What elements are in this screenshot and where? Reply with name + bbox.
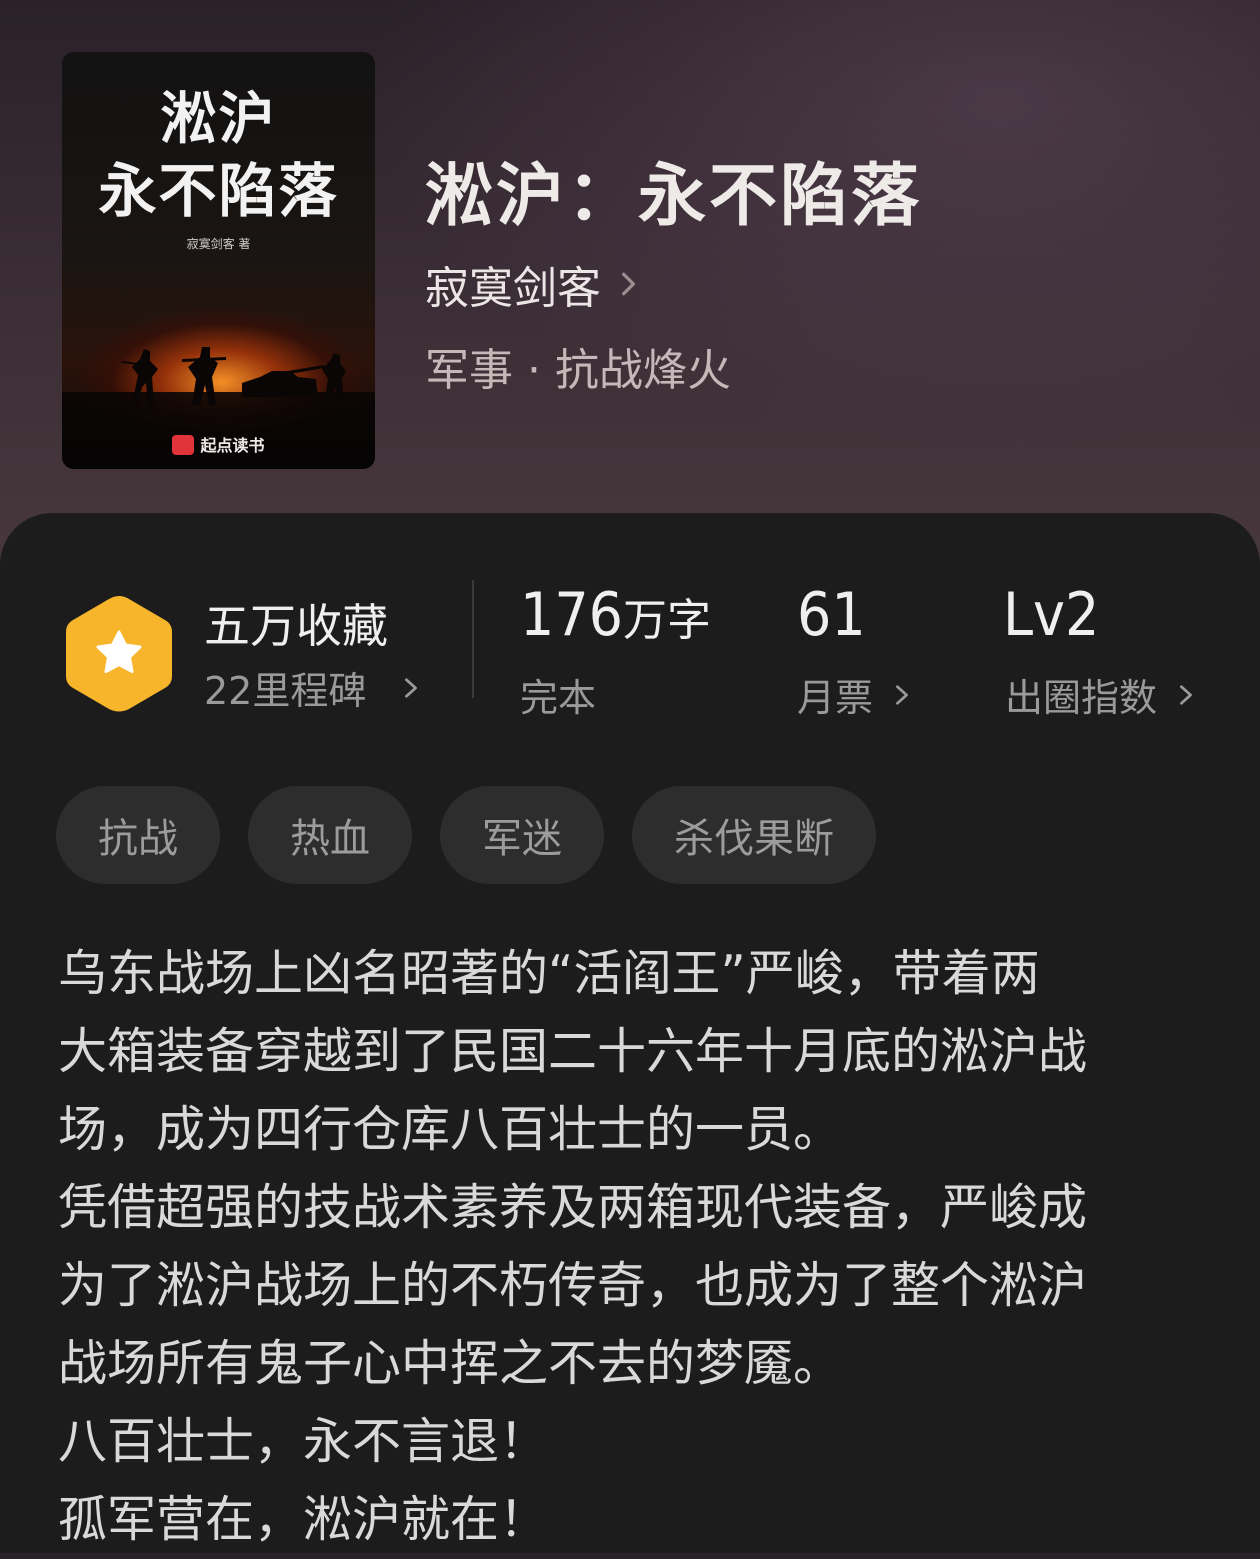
- soldier-silhouettes-icon: [122, 347, 346, 405]
- milestones-label: 22里程碑: [204, 669, 367, 713]
- monthly-votes-link[interactable]: 月票: [797, 667, 913, 722]
- monthly-votes-number: 61: [797, 580, 866, 650]
- author-link[interactable]: 寂寞剑客: [425, 252, 641, 316]
- synopsis-line: 战场所有鬼子心中挥之不去的梦魇。: [58, 1335, 843, 1392]
- tag-chip[interactable]: 抗战: [56, 786, 220, 884]
- popularity-index-link[interactable]: 出圈指数: [1005, 667, 1197, 722]
- cover-publisher: 起点读书: [62, 432, 375, 457]
- cover-author: 寂寞剑客 著: [186, 237, 251, 251]
- chevron-right-icon: [405, 677, 418, 698]
- stats-divider: [472, 580, 474, 698]
- tag-chip[interactable]: 热血: [248, 786, 412, 884]
- chevron-right-icon: [1180, 684, 1192, 705]
- book-cover[interactable]: 淞沪 永不陷落 寂寞剑客 著 起点读书: [62, 52, 375, 469]
- chevron-right-icon: [896, 684, 908, 705]
- book-title: 淞沪：永不陷落: [425, 156, 923, 236]
- favorites-value: 五万收藏: [204, 599, 388, 653]
- synopsis-line: 为了淞沪战场上的不朽传奇，也成为了整个淞沪: [58, 1257, 1088, 1314]
- genre-label[interactable]: 军事 · 抗战烽火: [425, 334, 731, 398]
- star-hexagon-icon: [66, 596, 172, 712]
- popularity-index-label: 出圈指数: [1005, 676, 1158, 720]
- synopsis-line: 八百壮士，永不言退！: [58, 1413, 549, 1470]
- tag-chip[interactable]: 杀伐果断: [632, 786, 876, 884]
- word-count: 176万字: [520, 580, 711, 650]
- synopsis[interactable]: 乌东战场上凶名昭著的“活阎王”严峻，带着两 大箱装备穿越到了民国二十六年十月底的…: [58, 935, 1208, 1559]
- synopsis-line: 乌东战场上凶名昭著的“活阎王”严峻，带着两: [58, 945, 1040, 1002]
- monthly-votes-label: 月票: [797, 676, 874, 720]
- author-name: 寂寞剑客: [425, 263, 601, 314]
- word-count-unit: 万字: [623, 595, 712, 646]
- completion-status: 完本: [520, 676, 597, 720]
- popularity-level: Lv2: [1003, 580, 1100, 650]
- publisher-logo-icon: [172, 434, 195, 455]
- chevron-right-icon: [622, 272, 636, 296]
- synopsis-line: 孤军营在，淞沪就在！: [58, 1491, 549, 1548]
- tag-chip[interactable]: 军迷: [440, 786, 604, 884]
- synopsis-line: 大箱装备穿越到了民国二十六年十月底的淞沪战: [58, 1023, 1088, 1080]
- cover-title-line1: 淞沪: [160, 86, 277, 152]
- synopsis-line: 场，成为四行仓库八百壮士的一员。: [58, 1101, 843, 1158]
- tag-list: 抗战 热血 军迷 杀伐果断: [56, 786, 876, 884]
- milestones-link[interactable]: 22里程碑: [204, 660, 422, 715]
- word-count-number: 176: [520, 580, 624, 650]
- cover-publisher-label: 起点读书: [200, 436, 265, 455]
- synopsis-line: 凭借超强的技战术素养及两箱现代装备，严峻成: [58, 1179, 1088, 1236]
- cover-title-line2: 永不陷落: [98, 157, 339, 225]
